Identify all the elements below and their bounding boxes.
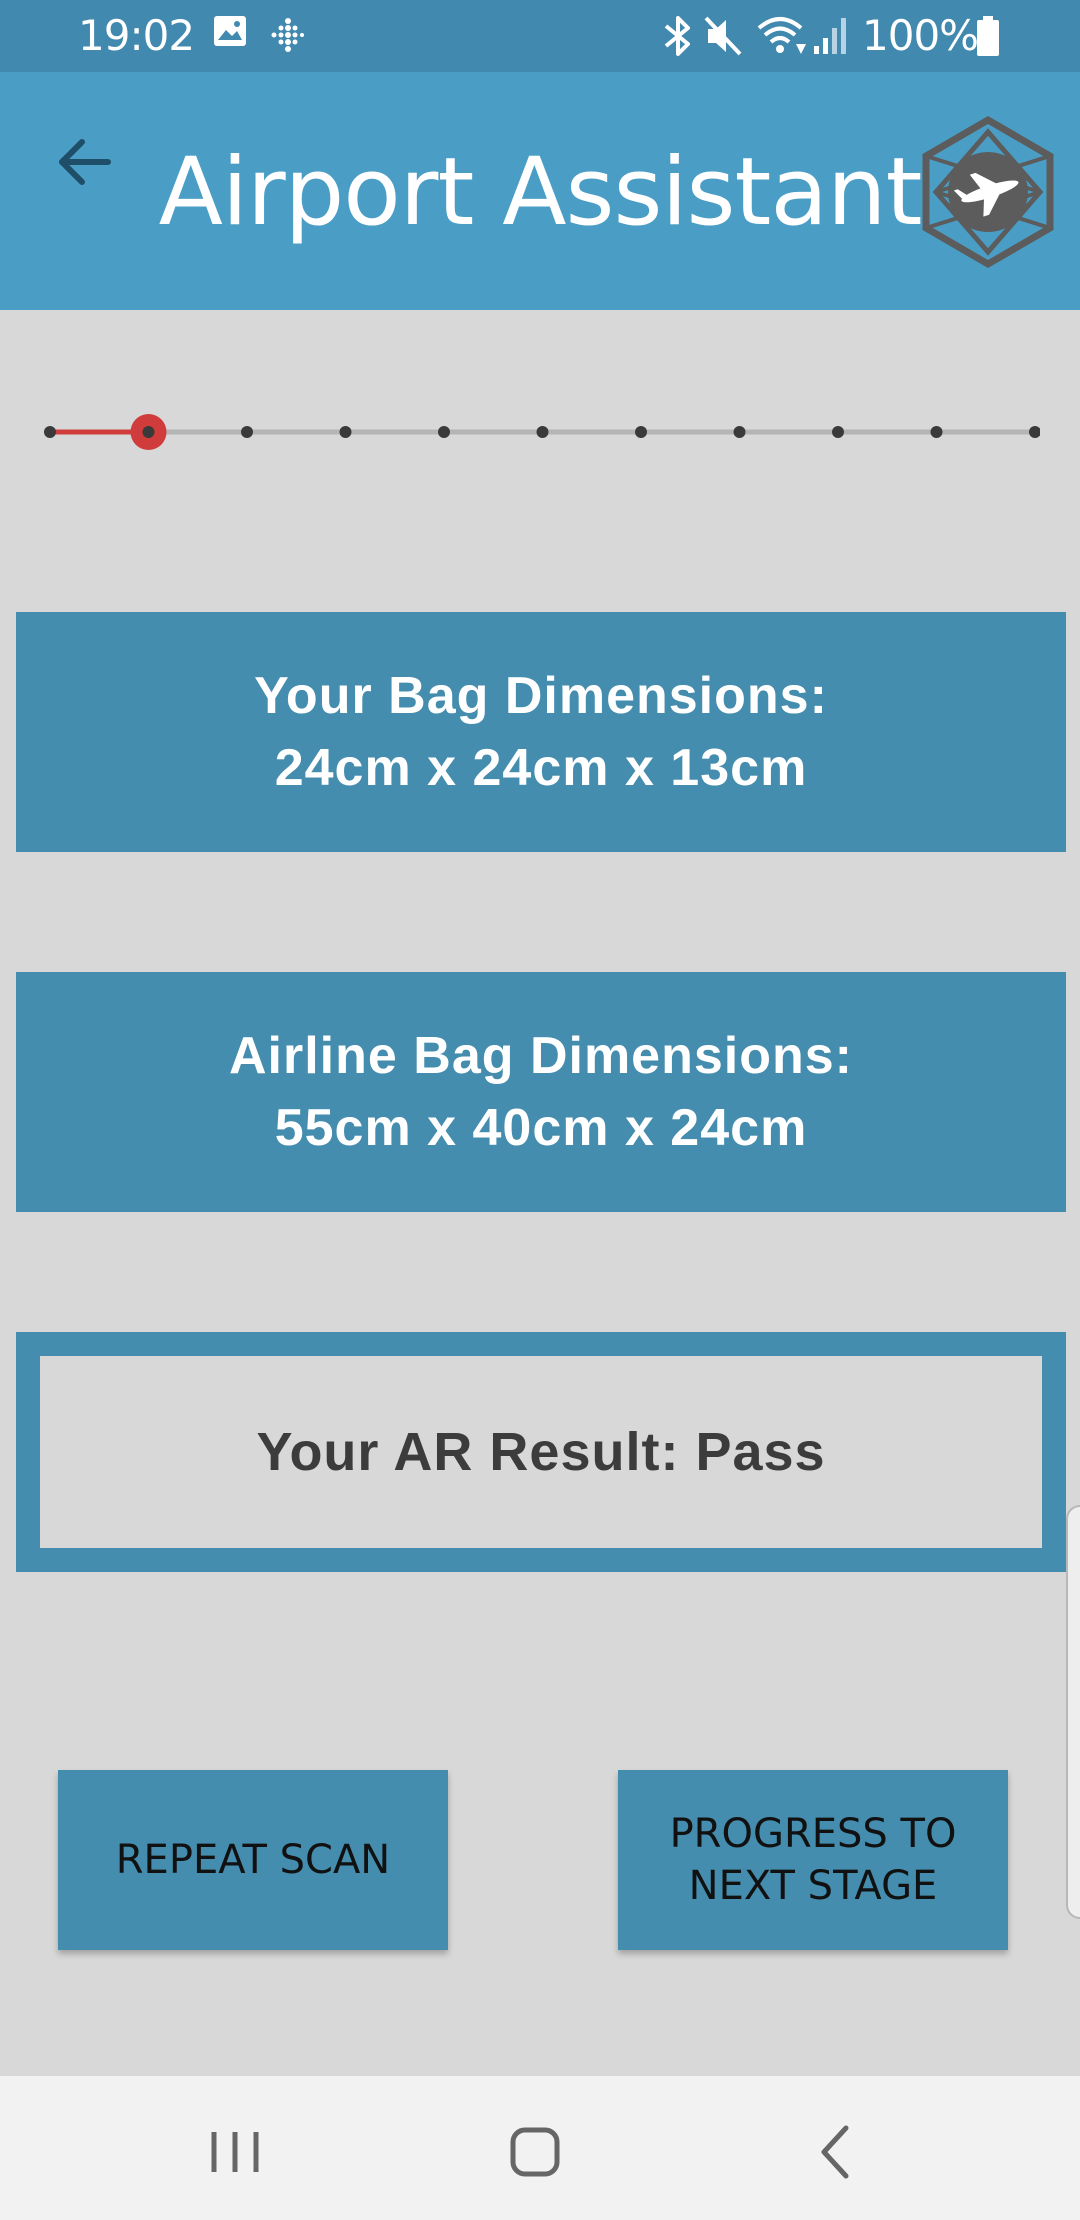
back-icon[interactable]	[792, 2112, 882, 2192]
fitbit-icon	[271, 18, 304, 52]
stepper-dot	[635, 426, 647, 438]
bluetooth-icon	[664, 16, 690, 56]
status-time: 19:02	[78, 11, 195, 60]
status-bar: 19:02 100%	[0, 0, 1080, 72]
airline-bag-dimensions-panel: Airline Bag Dimensions: 55cm x 40cm x 24…	[16, 972, 1066, 1212]
repeat-scan-button[interactable]: REPEAT SCAN	[58, 1770, 448, 1950]
mute-icon	[704, 16, 742, 56]
recent-apps-icon[interactable]	[190, 2112, 280, 2192]
airline-bag-value: 55cm x 40cm x 24cm	[274, 1099, 808, 1157]
home-icon[interactable]	[490, 2112, 580, 2192]
your-bag-dimensions-panel: Your Bag Dimensions: 24cm x 24cm x 13cm	[16, 612, 1066, 852]
gallery-icon	[214, 16, 246, 46]
stepper-dot	[930, 426, 943, 438]
stepper-dot	[142, 426, 155, 438]
stepper-dot	[832, 426, 844, 438]
stepper-dot	[536, 426, 549, 438]
system-navigation-bar	[0, 2076, 1080, 2220]
battery-percentage: 100%	[862, 11, 979, 60]
stepper-dot	[241, 426, 253, 438]
stepper-dot	[339, 426, 352, 438]
app-bar: Airport Assistant	[0, 72, 1080, 310]
your-bag-label: Your Bag Dimensions:	[254, 667, 828, 725]
progress-next-stage-button[interactable]: PROGRESS TO NEXT STAGE	[618, 1770, 1008, 1950]
stepper-dot	[438, 426, 450, 438]
ar-result-panel: Your AR Result: Pass	[16, 1332, 1066, 1572]
battery-icon	[977, 16, 999, 56]
airline-bag-label: Airline Bag Dimensions:	[229, 1027, 853, 1085]
stepper-dot	[1029, 426, 1040, 438]
stepper-dot	[733, 426, 746, 438]
airplane-hexagon-logo-icon	[922, 115, 1054, 269]
wifi-icon	[757, 17, 806, 54]
stepper-dot	[44, 426, 56, 438]
signal-icon	[814, 18, 846, 54]
ar-result-text: Your AR Result: Pass	[40, 1356, 1042, 1548]
progress-stepper	[44, 414, 1040, 450]
your-bag-value: 24cm x 24cm x 13cm	[274, 739, 808, 797]
edge-panel-handle[interactable]	[1066, 1505, 1080, 1919]
